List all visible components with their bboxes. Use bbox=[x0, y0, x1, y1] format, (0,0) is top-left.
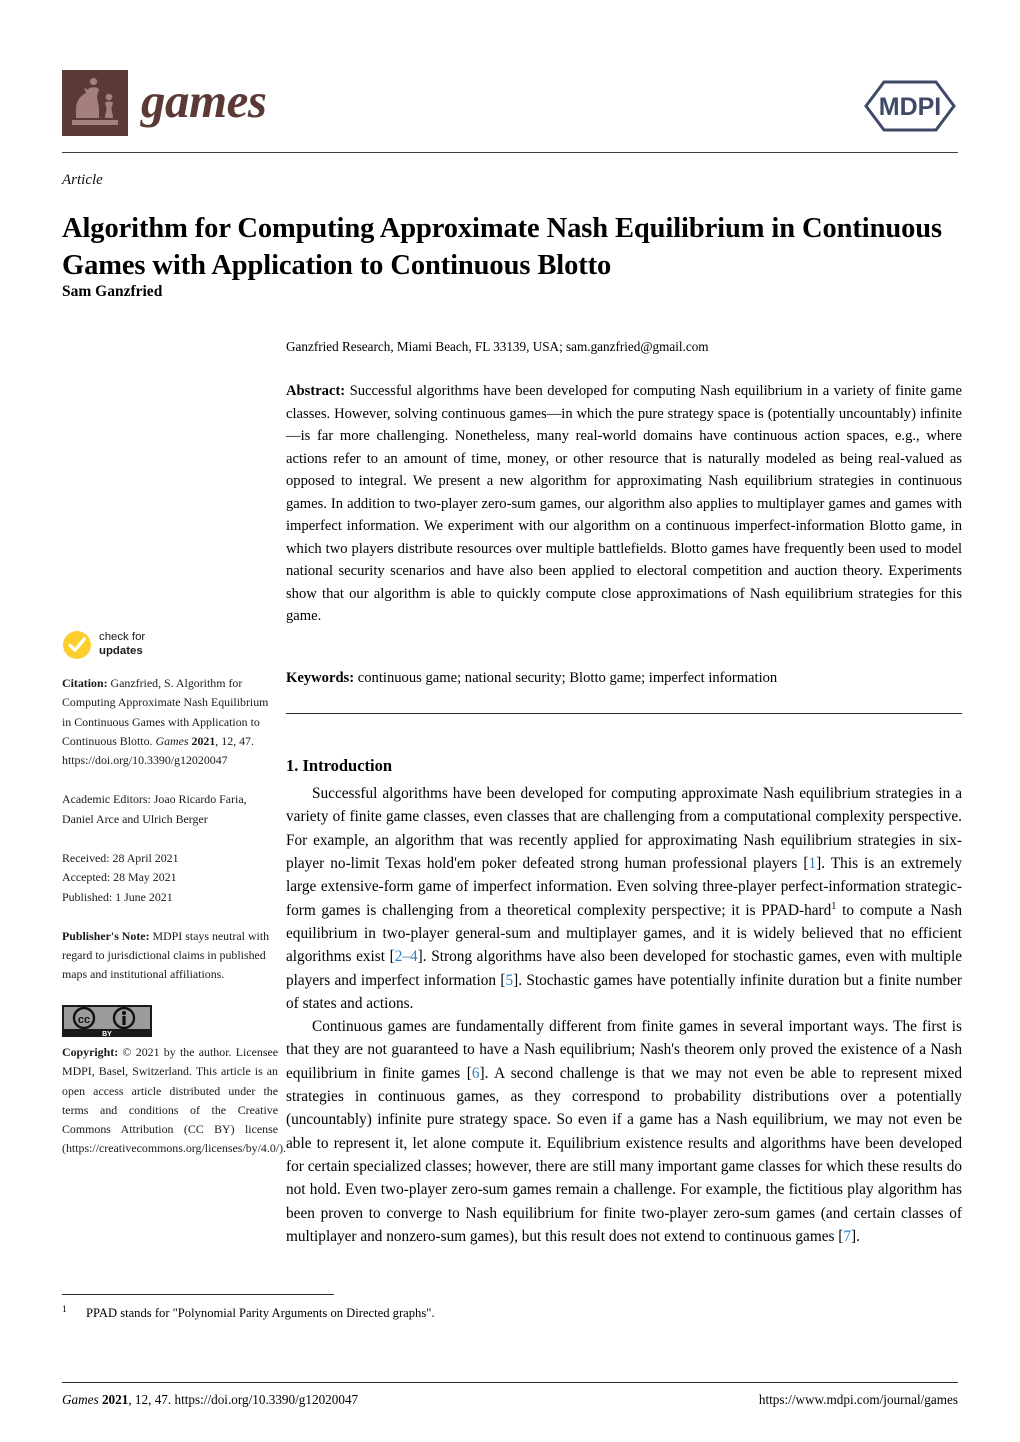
section-heading-introduction: 1. Introduction bbox=[286, 756, 393, 775]
check-for-updates-label: check for updates bbox=[99, 631, 145, 658]
footer-year: 2021 bbox=[101, 1392, 129, 1407]
masthead-divider bbox=[62, 152, 958, 153]
publisher-note-label: Publisher's Note: bbox=[62, 928, 150, 943]
footer-citation-rest[interactable]: , 12, 47. https://doi.org/10.3390/g12020… bbox=[128, 1392, 358, 1407]
citation-label: Citation: bbox=[62, 676, 108, 690]
journal-logo: games bbox=[62, 70, 267, 136]
citation-ref-7[interactable]: 7 bbox=[843, 1228, 851, 1245]
published-date: Published: 1 June 2021 bbox=[62, 889, 173, 904]
copyright-block: cc BY Copyright: © 2021 by the author. L… bbox=[62, 1004, 286, 1159]
footnote-1: 1 PPAD stands for "Polynomial Parity Argu… bbox=[62, 1303, 862, 1323]
footnote-text: PPAD stands for "Polynomial Parity Argum… bbox=[86, 1306, 435, 1321]
keywords-section: Keywords: continuous game; national secu… bbox=[286, 668, 962, 690]
mdpi-logo: MDPI bbox=[862, 78, 958, 134]
footnote-divider bbox=[62, 1294, 334, 1295]
body-text: Successful algorithms have been develope… bbox=[286, 782, 962, 1248]
p2-part-c: ]. bbox=[851, 1227, 860, 1245]
p2-part-b: ]. A second challenge is that we may not… bbox=[286, 1064, 962, 1245]
citation-journal: Games bbox=[155, 733, 189, 748]
paragraph-1: Successful algorithms have been develope… bbox=[286, 782, 962, 1015]
check-for-updates-badge[interactable]: check for updates bbox=[62, 630, 278, 660]
chess-pieces-icon bbox=[62, 70, 128, 136]
footnote-number: 1 bbox=[62, 1304, 67, 1315]
copyright-label: Copyright: bbox=[62, 1044, 119, 1059]
updates-line-1: check for bbox=[99, 631, 146, 644]
keywords-text: continuous game; national security; Blot… bbox=[357, 670, 778, 686]
sidebar-metadata: check for updates Citation: Ganzfried, S… bbox=[62, 630, 286, 1179]
paper-page: games MDPI Article Algorithm for Computi… bbox=[0, 0, 1020, 1442]
citation-block: Citation: Ganzfried, S. Algorithm for Co… bbox=[62, 674, 278, 770]
accepted-date: Accepted: 28 May 2021 bbox=[62, 870, 177, 885]
footer-journal-url[interactable]: https://www.mdpi.com/journal/games bbox=[759, 1392, 958, 1408]
footer-citation: Games 2021, 12, 47. https://doi.org/10.3… bbox=[62, 1392, 358, 1408]
citation-ref-1[interactable]: 1 bbox=[808, 855, 816, 872]
page-footer: Games 2021, 12, 47. https://doi.org/10.3… bbox=[62, 1392, 958, 1408]
creative-commons-by-icon: cc BY bbox=[62, 1004, 152, 1040]
paragraph-2: Continuous games are fundamentally diffe… bbox=[286, 1015, 962, 1248]
article-type-label: Article bbox=[62, 172, 103, 188]
svg-text:MDPI: MDPI bbox=[879, 93, 942, 121]
abstract-section: Abstract: Successful algorithms have bee… bbox=[286, 380, 962, 628]
updates-line-2: updates bbox=[99, 645, 143, 657]
keywords-label: Keywords: bbox=[286, 670, 355, 686]
publication-dates: Received: 28 April 2021 Accepted: 28 May… bbox=[62, 849, 278, 907]
copyright-text: © 2021 by the author. Licensee MDPI, Bas… bbox=[62, 1044, 287, 1156]
citation-ref-2-4[interactable]: 2–4 bbox=[395, 948, 418, 965]
affiliation-line: Ganzfried Research, Miami Beach, FL 3313… bbox=[286, 339, 709, 354]
copyright-text-wrap: Copyright: © 2021 by the author. License… bbox=[62, 1043, 286, 1159]
keywords-divider bbox=[286, 713, 962, 714]
citation-ref-5[interactable]: 5 bbox=[505, 972, 513, 989]
abstract-text: Successful algorithms have been develope… bbox=[286, 383, 962, 625]
abstract-label: Abstract: bbox=[286, 383, 346, 399]
check-circle-icon bbox=[62, 630, 92, 660]
masthead: games MDPI bbox=[62, 70, 958, 152]
journal-title: games bbox=[141, 72, 267, 128]
svg-text:cc: cc bbox=[78, 1014, 90, 1026]
svg-text:BY: BY bbox=[102, 1031, 112, 1037]
footer-journal: Games bbox=[62, 1392, 99, 1407]
footer-divider bbox=[62, 1382, 958, 1383]
publisher-note: Publisher's Note: MDPI stays neutral wit… bbox=[62, 927, 278, 985]
author-name: Sam Ganzfried bbox=[62, 283, 163, 300]
page-title: Algorithm for Computing Approximate Nash… bbox=[62, 213, 942, 281]
received-date: Received: 28 April 2021 bbox=[62, 850, 179, 865]
academic-editors: Academic Editors: Joao Ricardo Faria, Da… bbox=[62, 792, 247, 826]
citation-year: 2021 bbox=[191, 733, 216, 748]
